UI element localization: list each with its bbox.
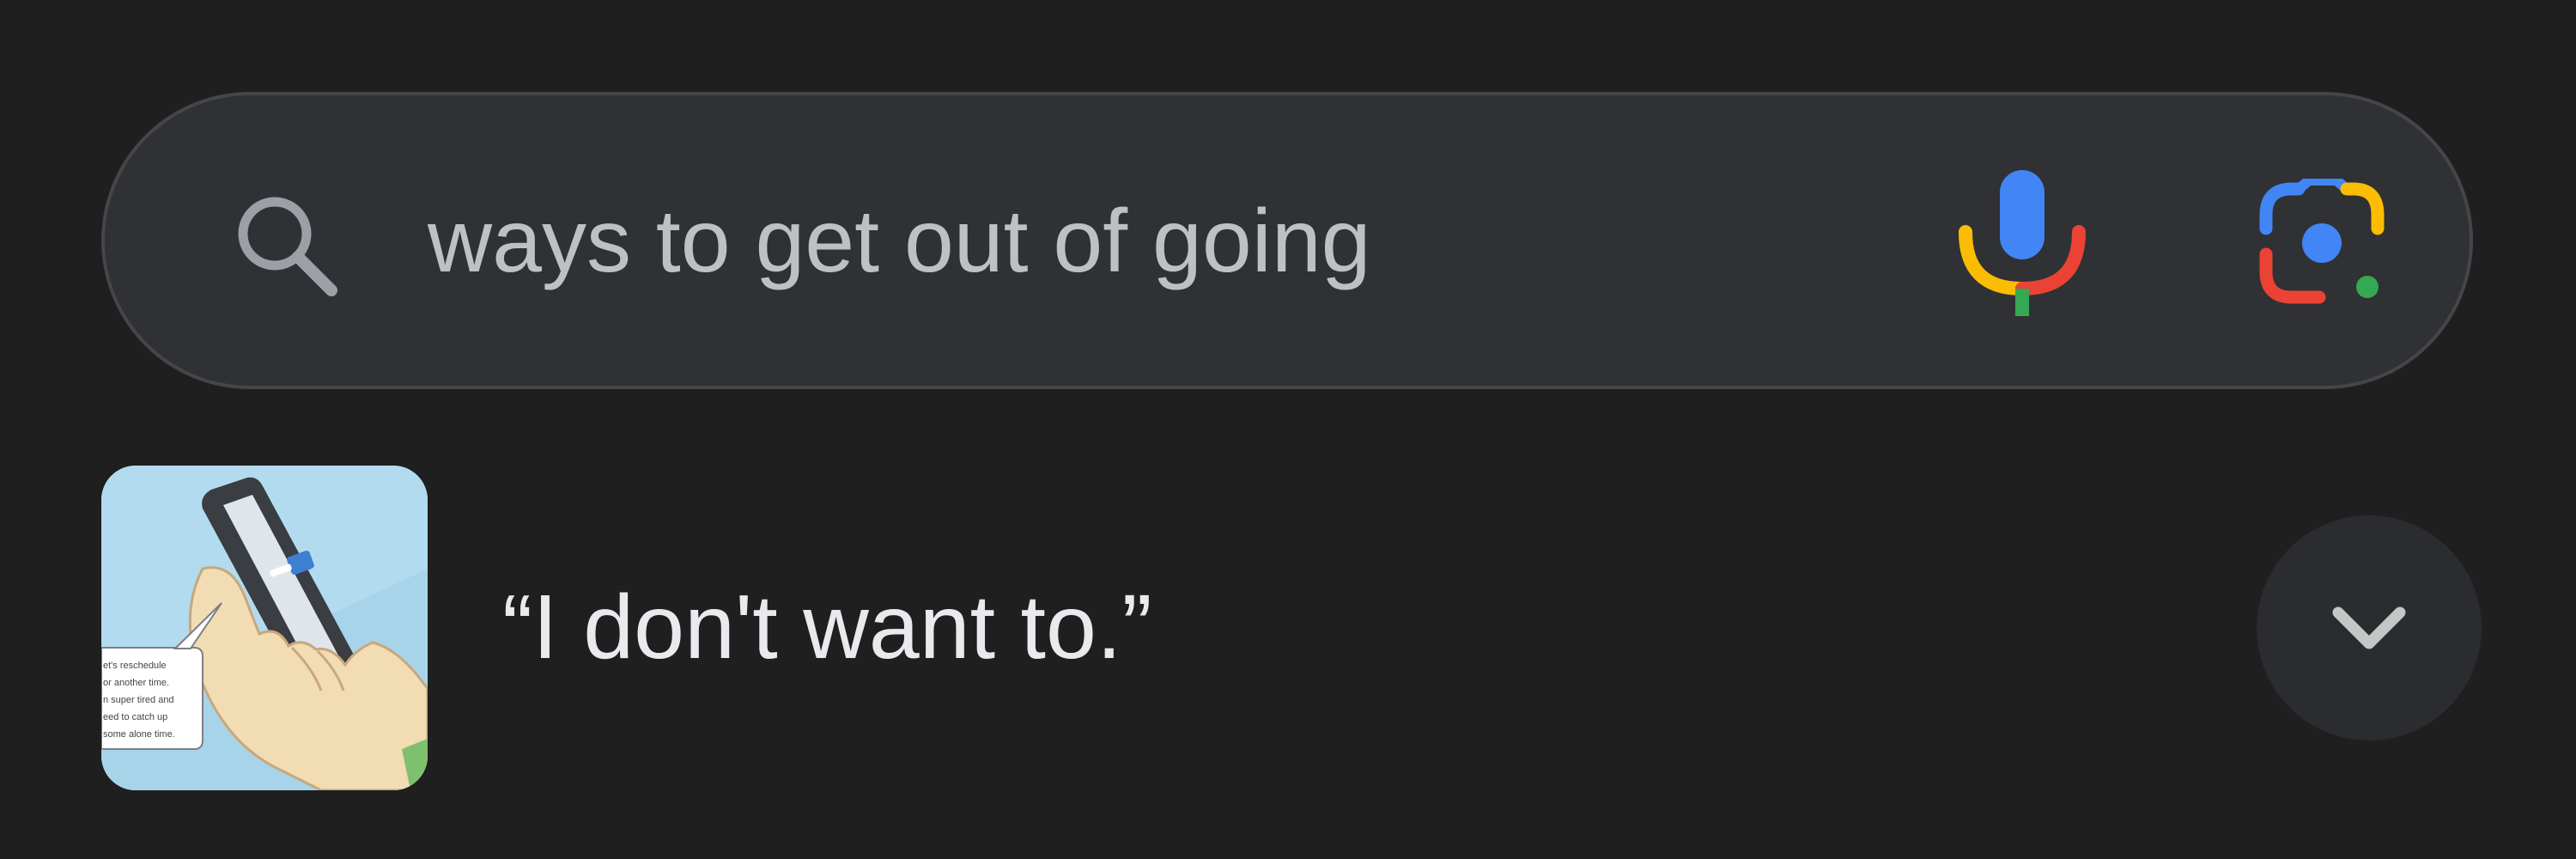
speech-line: n super tired and (103, 695, 174, 705)
suggestion-title: “I don't want to.” (502, 576, 1152, 678)
expand-button[interactable] (2257, 515, 2482, 740)
speech-line: eed to catch up (103, 712, 167, 722)
search-input[interactable] (428, 181, 1973, 302)
speech-line: some alone time. (103, 729, 175, 740)
suggestion-thumbnail: et's reschedule or another time. n super… (101, 466, 428, 790)
google-lens-icon (2257, 175, 2386, 311)
speech-line: or another time. (103, 678, 169, 688)
search-icon (225, 184, 345, 304)
search-bar[interactable] (101, 92, 2473, 389)
voice-search-button[interactable] (1953, 170, 2091, 316)
speech-line: et's reschedule (103, 661, 167, 671)
microphone-icon (1953, 170, 2091, 320)
lens-search-button[interactable] (2257, 175, 2386, 311)
suggestion-row[interactable]: et's reschedule or another time. n super… (0, 447, 2576, 816)
